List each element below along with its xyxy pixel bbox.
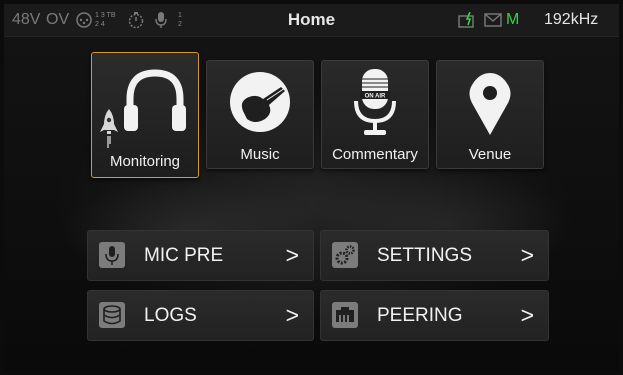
gears-icon: [332, 242, 358, 268]
logs-label: LOGS: [144, 305, 197, 326]
database-icon: [99, 302, 125, 328]
chevron-right-icon: >: [520, 242, 534, 268]
tile-commentary[interactable]: ON AIR Commentary: [321, 60, 429, 169]
headphones-icon: [124, 69, 186, 131]
guitar-icon: [230, 72, 290, 132]
peering-button[interactable]: PEERING >: [320, 290, 549, 341]
logs-button[interactable]: LOGS >: [87, 290, 314, 341]
home-screen: 48V OV 1 3 TB 2 4 1 2 Home M 192kHz Moni…: [4, 4, 619, 371]
page-title: Home: [287, 10, 336, 29]
battery-charging-icon: [458, 12, 474, 28]
settings-label: SETTINGS: [377, 245, 473, 266]
tile-venue[interactable]: Venue: [436, 60, 544, 169]
tile-label-venue: Venue: [468, 146, 512, 163]
network-icon: [332, 302, 358, 328]
on-air-microphone-icon: ON AIR: [354, 69, 396, 135]
mail-icon: [484, 13, 502, 27]
tile-label-music: Music: [240, 146, 280, 163]
location-pin-icon: [469, 73, 511, 135]
settings-button[interactable]: SETTINGS >: [320, 230, 549, 281]
status-bar: 48V OV 1 3 TB 2 4 1 2 Home M 192kHz: [4, 4, 619, 37]
chevron-right-icon: >: [285, 302, 299, 328]
sample-rate: 192kHz: [544, 11, 599, 28]
tile-label-commentary: Commentary: [332, 146, 418, 163]
chevron-right-icon: >: [285, 242, 299, 268]
rocket-icon: [100, 109, 118, 148]
tile-monitoring[interactable]: Monitoring: [91, 52, 199, 178]
on-air-text: ON AIR: [365, 94, 386, 100]
mic-pre-button[interactable]: MIC PRE >: [87, 230, 314, 281]
chevron-right-icon: >: [520, 302, 534, 328]
tile-label-monitoring: Monitoring: [109, 153, 181, 170]
mode-indicator: M: [506, 11, 520, 28]
mic-pre-label: MIC PRE: [144, 245, 224, 266]
tile-music[interactable]: Music: [206, 60, 314, 169]
microphone-icon: [99, 242, 125, 268]
peering-label: PEERING: [377, 305, 463, 326]
